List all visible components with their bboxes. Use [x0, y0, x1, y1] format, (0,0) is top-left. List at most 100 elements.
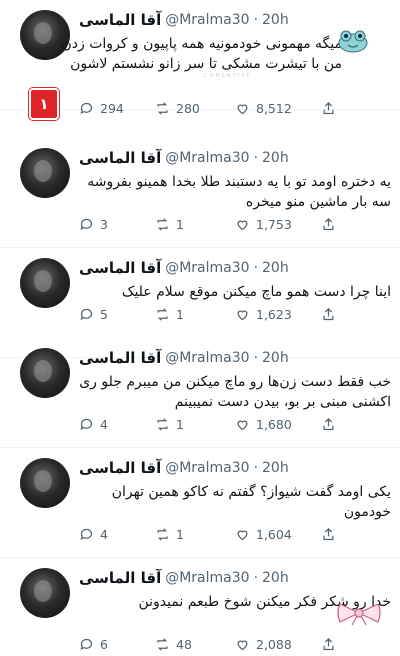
tweet-actions: 5 1 1,623	[79, 304, 391, 324]
like-button[interactable]: 1,753	[235, 214, 292, 234]
reply-button[interactable]: 5	[79, 304, 108, 324]
retweet-icon	[157, 637, 168, 651]
timestamp[interactable]: 20h	[262, 260, 289, 276]
reply-icon	[80, 638, 93, 650]
retweet-button[interactable]: 1	[155, 524, 184, 544]
reply-icon	[80, 218, 93, 230]
tweet-actions: 4 1 1,680	[79, 414, 391, 434]
share-icon	[323, 637, 334, 650]
reply-icon	[80, 418, 93, 430]
share-button[interactable]	[321, 304, 336, 324]
display-name[interactable]: آقا الماسی	[79, 569, 161, 587]
avatar[interactable]	[20, 458, 70, 508]
reply-button[interactable]: 3	[79, 214, 108, 234]
like-button[interactable]: 2,088	[235, 634, 292, 654]
retweet-count: 1	[176, 306, 184, 322]
heart-icon	[237, 310, 248, 320]
share-icon	[323, 417, 334, 430]
retweet-button[interactable]: 1	[155, 214, 184, 234]
retweet-icon	[157, 417, 168, 431]
share-icon	[323, 101, 334, 114]
timestamp[interactable]: 20h	[262, 12, 289, 28]
heart-icon	[237, 530, 248, 540]
tweet-text: خب فقط دست زن‌ها رو ماچ میکنن من میبرم ج…	[79, 374, 391, 410]
user-handle[interactable]: @Mralma30	[165, 350, 249, 366]
tweet-actions: 4 1 1,604	[79, 524, 391, 544]
retweet-button[interactable]: 1	[155, 414, 184, 434]
heart-icon	[237, 104, 248, 114]
retweet-button[interactable]: 48	[155, 634, 192, 654]
dot-separator: ·	[253, 260, 259, 276]
like-button[interactable]: 8,512	[235, 98, 292, 118]
display-name[interactable]: آقا الماسی	[79, 149, 161, 167]
like-button[interactable]: 1,604	[235, 524, 292, 544]
frog-sticker-icon	[338, 30, 368, 53]
dot-separator: ·	[253, 570, 259, 586]
retweet-button[interactable]: 280	[155, 98, 200, 118]
timestamp[interactable]: 20h	[262, 570, 289, 586]
retweet-icon	[157, 101, 168, 115]
share-button[interactable]	[321, 214, 336, 234]
timestamp[interactable]: 20h	[262, 350, 289, 366]
reply-icon	[80, 528, 93, 540]
like-button[interactable]: 1,680	[235, 414, 292, 434]
reply-count: 294	[100, 100, 124, 116]
tweet[interactable]: آقا الماسی @Mralma30 · 20h خب فقط دست زن…	[0, 338, 400, 448]
retweet-button[interactable]: 1	[155, 304, 184, 324]
retweet-count: 48	[176, 636, 192, 652]
heart-icon	[237, 640, 248, 650]
avatar[interactable]	[20, 568, 70, 618]
retweet-icon	[157, 217, 168, 231]
tweet-text: یه دختره اومد تو با یه دستبند طلا بخدا ه…	[87, 174, 391, 210]
tweet-actions: 6 48 2,088	[79, 634, 391, 654]
reply-button[interactable]: 4	[79, 414, 108, 434]
tweet-actions: 294 280 8,512	[79, 98, 391, 118]
dot-separator: ·	[253, 150, 259, 166]
user-handle[interactable]: @Mralma30	[165, 260, 249, 276]
dot-separator: ·	[253, 460, 259, 476]
like-button[interactable]: 1,623	[235, 304, 292, 324]
like-count: 8,512	[256, 100, 292, 116]
user-handle[interactable]: @Mralma30	[165, 150, 249, 166]
tweet-header: آقا الماسی @Mralma30 · 20h	[79, 458, 289, 478]
tweet-header: آقا الماسی @Mralma30 · 20h	[79, 10, 289, 30]
tweet[interactable]: آقا الماسی @Mralma30 · 20h یه دختره اومد…	[0, 138, 400, 248]
like-count: 1,604	[256, 526, 292, 542]
avatar[interactable]	[20, 258, 70, 308]
display-name[interactable]: آقا الماسی	[79, 259, 161, 277]
user-handle[interactable]: @Mralma30	[165, 570, 249, 586]
share-icon	[323, 217, 334, 230]
share-button[interactable]	[321, 634, 336, 654]
tweet[interactable]: آقا الماسی @Mralma30 · 20h یکی اومد گفت …	[0, 448, 400, 558]
reply-button[interactable]: 6	[79, 634, 108, 654]
tweet-header: آقا الماسی @Mralma30 · 20h	[79, 148, 289, 168]
share-button[interactable]	[321, 524, 336, 544]
retweet-count: 280	[176, 100, 200, 116]
tweet-header: آقا الماسی @Mralma30 · 20h	[79, 258, 289, 278]
watermark-text: COMENTIVE	[204, 73, 252, 79]
like-count: 1,680	[256, 416, 292, 432]
display-name[interactable]: آقا الماسی	[79, 459, 161, 477]
avatar[interactable]	[20, 348, 70, 398]
bow-sticker-icon	[337, 603, 381, 626]
timestamp[interactable]: 20h	[262, 150, 289, 166]
tweet-actions: 3 1 1,753	[79, 214, 391, 234]
reply-count: 4	[100, 416, 108, 432]
reply-button[interactable]: 294	[79, 98, 124, 118]
display-name[interactable]: آقا الماسی	[79, 11, 161, 29]
timestamp[interactable]: 20h	[262, 460, 289, 476]
reply-button[interactable]: 4	[79, 524, 108, 544]
avatar[interactable]	[20, 148, 70, 198]
share-icon	[323, 307, 334, 320]
share-button[interactable]	[321, 98, 336, 118]
display-name[interactable]: آقا الماسی	[79, 349, 161, 367]
user-handle[interactable]: @Mralma30	[165, 12, 249, 28]
tweet[interactable]: آقا الماسی @Mralma30 · 20h میگه مهمونی خ…	[0, 0, 400, 116]
heart-icon	[237, 420, 248, 430]
share-button[interactable]	[321, 414, 336, 434]
reply-count: 4	[100, 526, 108, 542]
reply-count: 5	[100, 306, 108, 322]
tweet-header: آقا الماسی @Mralma30 · 20h	[79, 348, 289, 368]
user-handle[interactable]: @Mralma30	[165, 460, 249, 476]
dot-separator: ·	[253, 350, 259, 366]
